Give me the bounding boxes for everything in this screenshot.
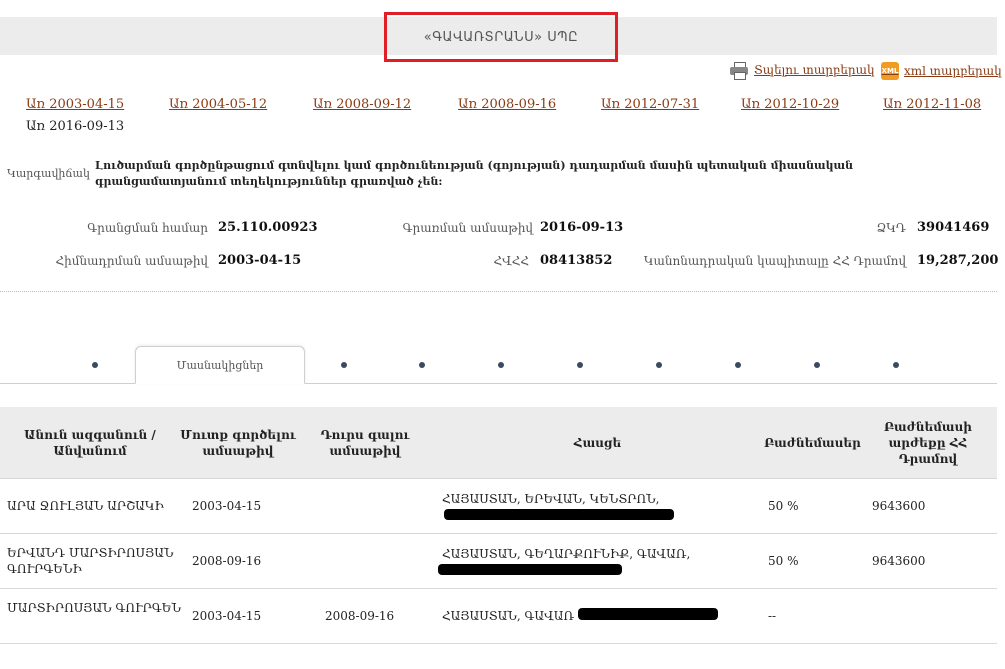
participant-name: ՄԱՐՏԻՐՈՍՅԱՆ ԳՈՒՐԳԵՆ	[7, 601, 182, 615]
date-link[interactable]: Առ 2008-09-16	[458, 97, 556, 112]
tab-participants[interactable]: Մասնակիցներ	[135, 346, 305, 384]
tab-dot[interactable]	[893, 362, 899, 368]
capital-label: Կանոնադրական կապիտալը ՀՀ Դրամով	[643, 254, 906, 268]
entry-date: 2003-04-15	[192, 609, 262, 623]
tin-label: ՀՎՀՀ	[493, 254, 529, 268]
row-divider	[0, 643, 997, 644]
address: ՀԱՅԱՍՏԱՆ, ԵՐԵՎԱՆ, ԿԵՆՏՐՈՆ,	[442, 492, 660, 506]
date-link[interactable]: Առ 2003-04-15	[26, 97, 124, 112]
tab-dot[interactable]	[735, 362, 741, 368]
share-percent: 50 %	[768, 554, 799, 568]
code-value: 39041469	[917, 220, 990, 235]
founding-date-label: Հիմնադրման ամսաթիվ	[55, 254, 208, 268]
record-date-value: 2016-09-13	[540, 220, 624, 235]
page-title: «ԳԱՎԱՌՏՐԱՆՍ» ՍՊԸ	[423, 29, 579, 45]
share-value: 9643600	[872, 499, 926, 513]
address: ՀԱՅԱՍՏԱՆ, ԳԱՎԱՌ	[442, 609, 575, 623]
founding-date-value: 2003-04-15	[218, 253, 302, 268]
redaction-mark	[444, 509, 674, 520]
status-label: Կարգավիճակ	[7, 167, 90, 180]
xml-version-label: xml տարբերակ	[904, 64, 1002, 78]
code-label: ՁԿԴ	[876, 221, 906, 235]
reg-number-label: Գրանցման համար	[87, 221, 208, 235]
tab-dot[interactable]	[92, 362, 98, 368]
row-divider	[0, 478, 997, 479]
record-date-label: Գրառման ամսաթիվ	[402, 221, 533, 235]
share-percent: 50 %	[768, 499, 799, 513]
date-link[interactable]: Առ 2008-09-12	[313, 97, 411, 112]
col-header-address: Հասցե	[573, 435, 622, 450]
exit-date: 2008-09-16	[325, 609, 395, 623]
tin-value: 08413852	[540, 253, 613, 268]
date-link[interactable]: Առ 2004-05-12	[169, 97, 267, 112]
share-value: 9643600	[872, 554, 926, 568]
tab-dot[interactable]	[341, 362, 347, 368]
date-link[interactable]: Առ 2012-10-29	[741, 97, 839, 112]
row-divider	[0, 588, 997, 589]
date-link[interactable]: Առ 2012-11-08	[883, 97, 981, 112]
col-header-exit-date: Դուրս գալու ամսաթիվ	[320, 427, 410, 458]
entry-date: 2008-09-16	[192, 554, 262, 568]
address: ՀԱՅԱՍՏԱՆ, ԳԵՂԱՐՔՈՒՆԻՔ, ԳԱՎԱՌ,	[442, 547, 691, 561]
tab-dot[interactable]	[814, 362, 820, 368]
reg-number-value: 25.110.00923	[218, 220, 318, 235]
col-header-entry-date: Մուտք գործելու ամսաթիվ	[180, 427, 296, 458]
printer-icon	[730, 62, 748, 80]
redaction-mark	[438, 564, 622, 575]
status-text: Լուծարման գործընթացում գտնվելու կամ գործ…	[95, 159, 854, 188]
print-version-link[interactable]: Տպելու տարբերակ	[730, 62, 875, 80]
tab-dot[interactable]	[498, 362, 504, 368]
xml-icon: XML	[881, 62, 899, 80]
tab-dot[interactable]	[577, 362, 583, 368]
col-header-share-value: Բաժնեմասի արժեքը ՀՀ Դրամով	[884, 419, 972, 466]
print-version-label: Տպելու տարբերակ	[754, 63, 875, 77]
current-date: Առ 2016-09-13	[26, 119, 125, 134]
tab-dot[interactable]	[419, 362, 425, 368]
redaction-mark	[578, 608, 718, 620]
col-header-shares: Բաժնեմասեր	[764, 435, 861, 450]
capital-value: 19,287,200	[917, 253, 999, 268]
participant-name: ԱՐԱ ՋՈՒԼՅԱՆ ԱՐՇԱԿԻ	[7, 499, 164, 513]
xml-version-link[interactable]: XML xml տարբերակ	[881, 62, 1002, 80]
share-percent: --	[768, 609, 777, 623]
col-header-name: Անուն ազգանուն / Անվանում	[24, 427, 156, 458]
section-divider	[0, 291, 997, 292]
date-link[interactable]: Առ 2012-07-31	[601, 97, 699, 112]
tab-dot[interactable]	[656, 362, 662, 368]
participant-name: ԵՐՎԱՆԴ ՄԱՐՏԻՐՈՍՅԱՆ ԳՈՒՐԳԵՆԻ	[7, 546, 174, 576]
entry-date: 2003-04-15	[192, 499, 262, 513]
row-divider	[0, 533, 997, 534]
